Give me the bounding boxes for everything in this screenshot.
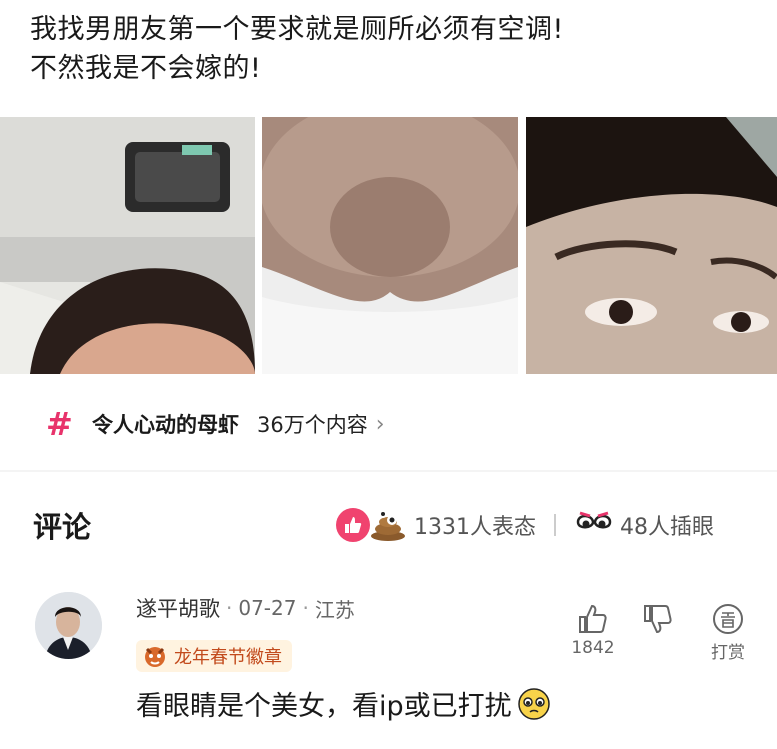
comment-meta: 遂平胡歌 · 07-27 · 江苏 [136, 593, 355, 623]
dragon-badge-icon [142, 643, 168, 669]
tip-coin-icon [711, 602, 745, 636]
comment-username[interactable]: 遂平胡歌 [136, 593, 220, 623]
tip-label: 打赏 [711, 643, 745, 663]
photo-3[interactable] [526, 117, 777, 374]
post-line-1: 我找男朋友第一个要求就是厕所必须有空调! [30, 14, 564, 45]
section-divider [0, 470, 777, 472]
comment-location: 江苏 [314, 597, 355, 622]
like-count: 1842 [571, 638, 615, 658]
badge[interactable]: 龙年春节徽章 [136, 640, 292, 672]
thumbs-up-reaction-icon[interactable] [336, 508, 370, 542]
thumbs-up-icon [576, 602, 610, 636]
photo-2[interactable] [262, 117, 518, 374]
badge-label: 龙年春节徽章 [174, 647, 282, 668]
eye-count[interactable]: 48人插眼 [620, 509, 714, 541]
chevron-right-icon: › [375, 411, 385, 437]
comment-text: 看眼睛是个美女，看ip或已打扰 [136, 684, 552, 723]
dislike-button[interactable] [638, 602, 678, 636]
post-line-2: 不然我是不会嫁的! [30, 53, 262, 84]
pleading-face-emoji-icon [516, 686, 552, 722]
comment-actions: 1842 打赏 [566, 602, 756, 663]
topic-name: 令人心动的母虾 [92, 413, 239, 437]
post-text: 我找男朋友第一个要求就是厕所必须有空调! 不然我是不会嫁的! [30, 10, 760, 88]
thumbs-down-icon [641, 602, 675, 636]
topic-link[interactable]: # 令人心动的母虾 36万个内容 › [46, 404, 385, 444]
topic-count: 36万个内容 [257, 413, 368, 437]
reactions-count[interactable]: 1331人表态 [414, 509, 536, 541]
comment-content: 看眼睛是个美女，看ip或已打扰 [136, 691, 512, 722]
like-button[interactable]: 1842 [568, 602, 618, 658]
tip-button[interactable]: 打赏 [706, 602, 750, 663]
eyes-icon[interactable] [574, 508, 614, 542]
comment-date: 07-27 [238, 596, 297, 620]
meta-separator: · [226, 596, 233, 620]
photo-grid [0, 117, 777, 374]
reactions-summary: 1331人表态 48人插眼 [336, 505, 714, 545]
poop-reaction-icon[interactable] [368, 508, 408, 542]
reactions-divider [554, 514, 556, 536]
avatar[interactable] [35, 592, 102, 659]
photo-1[interactable] [0, 117, 255, 374]
hashtag-icon: # [46, 405, 73, 443]
meta-separator-2: · [302, 596, 309, 620]
comments-title: 评论 [33, 510, 92, 544]
